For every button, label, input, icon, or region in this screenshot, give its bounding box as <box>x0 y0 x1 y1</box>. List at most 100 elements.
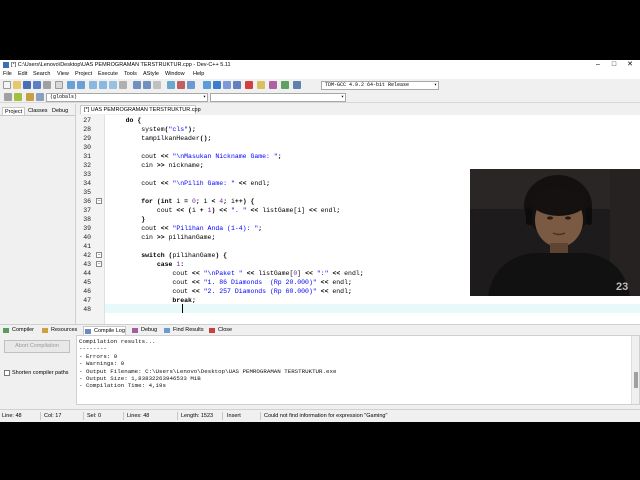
log-line: - Errors: 0 <box>79 352 118 360</box>
find-next-icon[interactable] <box>109 81 117 89</box>
stop-execution-icon[interactable] <box>245 81 253 89</box>
fold-toggle-icon[interactable]: − <box>96 198 102 204</box>
project-options-icon[interactable] <box>187 81 195 89</box>
status-col: Col: 17 <box>44 413 62 419</box>
abort-compilation-button[interactable]: Abort Compilation <box>4 340 70 353</box>
code-line[interactable]: cin >> nickname; <box>110 161 203 170</box>
find-results-icon <box>164 328 170 333</box>
toggle-bookmark-icon[interactable] <box>14 93 22 101</box>
code-line[interactable]: } <box>110 215 145 224</box>
unindent-icon[interactable] <box>143 81 151 89</box>
tab-classes[interactable]: Classes <box>26 107 50 115</box>
fold-toggle-icon[interactable]: − <box>96 252 102 258</box>
check-syntax-icon[interactable] <box>257 81 265 89</box>
menu-window[interactable]: Window <box>165 71 185 78</box>
line-number: 45 <box>83 279 91 286</box>
code-line[interactable]: cin >> pilihanGame; <box>110 233 215 242</box>
code-line[interactable]: system("cls"); <box>110 125 196 134</box>
compile-icon[interactable] <box>203 81 211 89</box>
log-line: - Output Size: 1,83832263946533 MiB <box>79 375 201 382</box>
tab-find-results[interactable]: Find Results <box>163 326 204 335</box>
add-to-project-icon[interactable] <box>167 81 175 89</box>
menu-execute[interactable]: Execute <box>98 71 118 78</box>
secondary-toolbar: (globals) ▾ ▾ <box>0 91 640 103</box>
status-length: Length: 1523 <box>181 413 214 419</box>
close-button[interactable]: ✕ <box>622 60 638 70</box>
tab-close[interactable]: Close <box>208 326 232 335</box>
bookmark-icon[interactable] <box>4 93 12 101</box>
debug-icon[interactable] <box>269 81 277 89</box>
menu-astyle[interactable]: AStyle <box>143 71 159 78</box>
log-scrollbar[interactable] <box>631 336 639 404</box>
menu-project[interactable]: Project <box>75 71 92 78</box>
editor-tab[interactable]: [*] UAS PEMROGRAMAN TERSTRUKTUR.cpp <box>80 105 201 114</box>
code-line[interactable]: case 1: <box>110 260 184 269</box>
compile-run-icon[interactable] <box>223 81 231 89</box>
tab-resources[interactable]: Resources <box>41 326 77 335</box>
code-line[interactable]: cout << "\nPaket " << listGame[0] << ":"… <box>110 269 363 278</box>
print-icon[interactable] <box>55 81 63 89</box>
class-browser-icon[interactable] <box>36 93 44 101</box>
open-folder-icon[interactable] <box>13 81 21 89</box>
globals-select[interactable]: (globals) ▾ <box>46 93 208 102</box>
goto-line-icon[interactable] <box>119 81 127 89</box>
code-line[interactable]: cout << "Pilihan Anda (1-4): "; <box>110 224 262 233</box>
members-select[interactable]: ▾ <box>210 93 346 102</box>
code-line[interactable]: cout << (i + 1) << ". " << listGame[i] <… <box>110 206 340 215</box>
menu-view[interactable]: View <box>57 71 69 78</box>
remove-from-project-icon[interactable] <box>177 81 185 89</box>
indent-icon[interactable] <box>133 81 141 89</box>
fold-toggle-icon[interactable]: − <box>96 261 102 267</box>
code-line[interactable]: for (int i = 0; i < 4; i++) { <box>110 197 254 206</box>
code-line[interactable]: do { <box>110 116 142 125</box>
toggle-comment-icon[interactable] <box>153 81 161 89</box>
compiler-select[interactable]: TDM-GCC 4.9.2 64-bit Release ▾ <box>321 81 439 90</box>
line-number: 48 <box>83 306 91 313</box>
tab-project[interactable]: Project <box>2 107 26 115</box>
code-line[interactable]: cout << "2. 257 Diamonds (Rp 60.000)" <<… <box>110 287 352 296</box>
status-separator <box>177 412 178 420</box>
menu-edit[interactable]: Edit <box>18 71 27 78</box>
minimize-button[interactable]: – <box>590 60 606 70</box>
menu-help[interactable]: Help <box>193 71 204 78</box>
menu-file[interactable]: File <box>3 71 12 78</box>
debug-icon <box>132 328 138 333</box>
run-icon[interactable] <box>213 81 221 89</box>
code-line[interactable]: cout << "\nPilih Game: " << endl; <box>110 179 270 188</box>
tab-compiler[interactable]: Compiler <box>2 326 34 335</box>
code-line[interactable]: tampilkanHeader(); <box>110 134 211 143</box>
rebuild-all-icon[interactable] <box>233 81 241 89</box>
menu-bar: File Edit Search View Project Execute To… <box>0 70 640 79</box>
new-file-icon[interactable] <box>3 81 11 89</box>
tab-debug-output[interactable]: Debug <box>131 326 157 335</box>
status-sel: Sel: 0 <box>87 413 102 419</box>
scrollbar-thumb[interactable] <box>634 372 638 388</box>
redo-icon[interactable] <box>77 81 85 89</box>
status-separator <box>40 412 41 420</box>
close-file-icon[interactable] <box>43 81 51 89</box>
tab-debug[interactable]: Debug <box>50 107 70 115</box>
text-cursor <box>182 304 183 313</box>
goto-bookmark-icon[interactable] <box>26 93 34 101</box>
menu-search[interactable]: Search <box>33 71 50 78</box>
find-icon[interactable] <box>89 81 97 89</box>
tab-close-label: Close <box>218 327 233 333</box>
save-all-icon[interactable] <box>33 81 41 89</box>
shorten-paths-checkbox[interactable] <box>4 369 10 376</box>
replace-icon[interactable] <box>99 81 107 89</box>
code-line[interactable]: cout << "1. 86 Diamonds (Rp 20.000)" << … <box>110 278 352 287</box>
save-icon[interactable] <box>23 81 31 89</box>
tab-compile-log[interactable]: Compile Log <box>83 326 126 335</box>
menu-tools[interactable]: Tools <box>124 71 137 78</box>
code-line[interactable]: switch (pilihanGame) { <box>110 251 227 260</box>
profile-icon[interactable] <box>281 81 289 89</box>
line-number: 34 <box>83 180 91 187</box>
tab-debug-output-label: Debug <box>141 327 158 333</box>
code-line[interactable]: cout << "\nMasukan Nickname Game: "; <box>110 152 281 161</box>
shorten-paths-label: Shorten compiler paths <box>12 370 69 376</box>
delete-profile-icon[interactable] <box>293 81 301 89</box>
webcam-overlay: 23 <box>470 169 640 296</box>
undo-icon[interactable] <box>67 81 75 89</box>
shorten-paths-option[interactable]: Shorten compiler paths <box>4 369 69 377</box>
maximize-button[interactable]: □ <box>606 60 622 70</box>
